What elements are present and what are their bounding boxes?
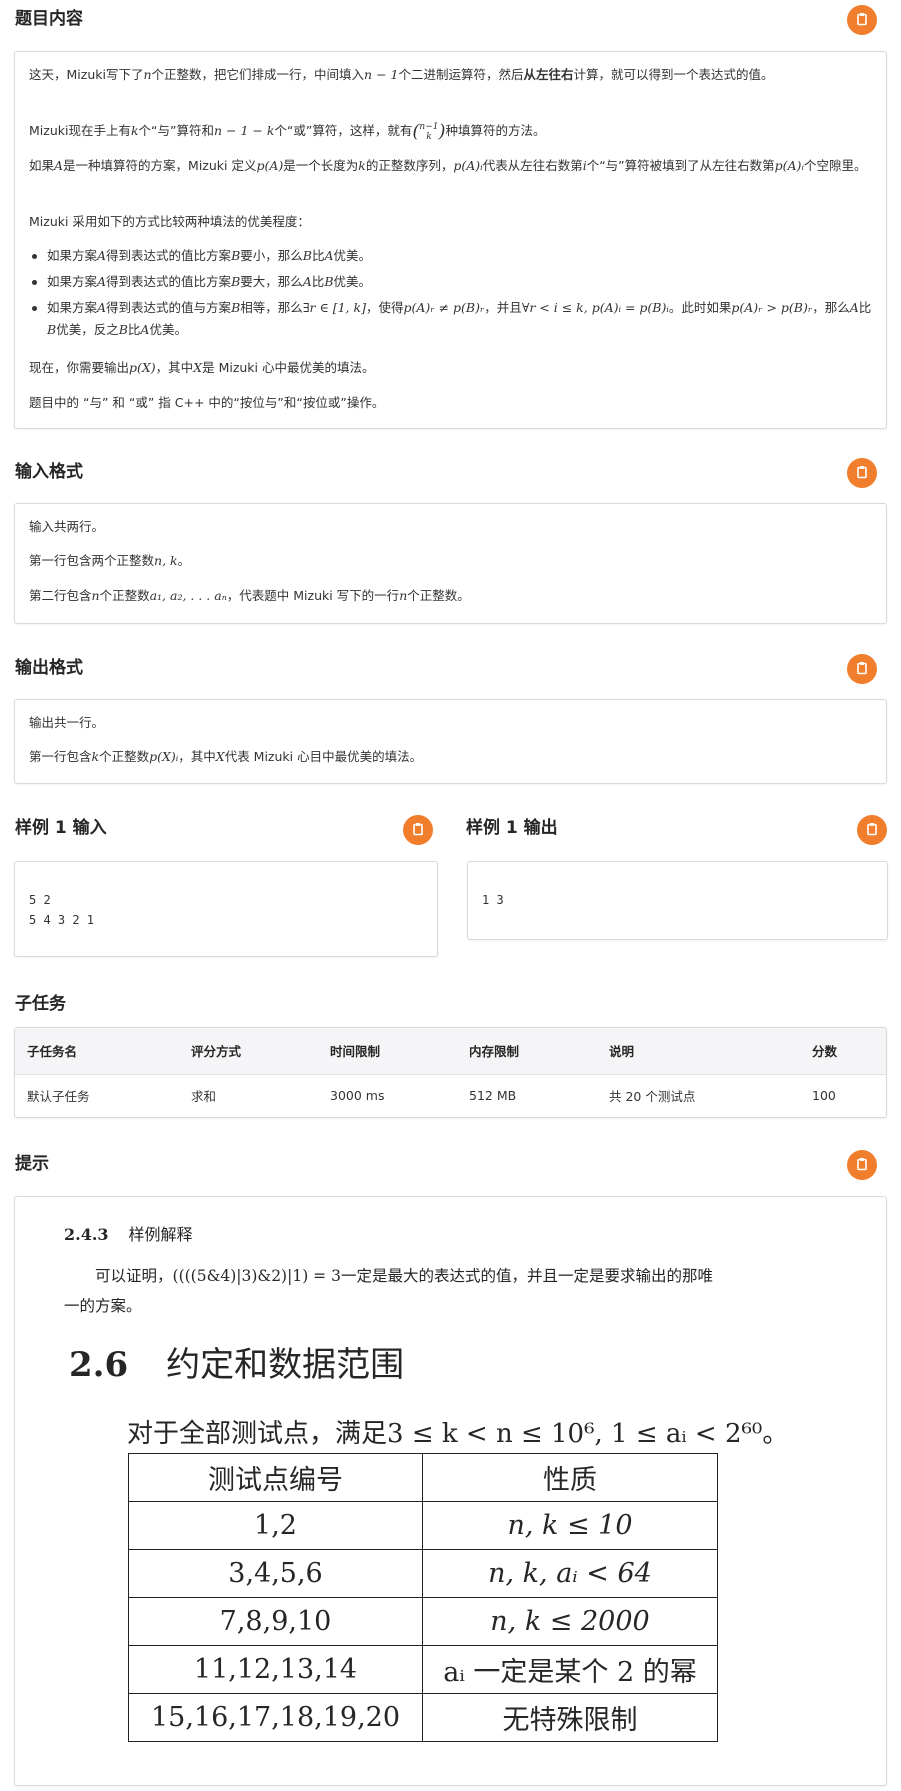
content-paragraph-4: Mizuki 采用如下的方式比较两种填法的优美程度： [29,214,310,229]
output-card: 输出共一行。 第一行包含k个正整数p(X)ᵢ，其中X代表 Mizuki 心目中最… [14,699,887,784]
hint-table-cell-property: n, k, aᵢ < 64 [422,1549,718,1598]
table-row: 1,2 n, k ≤ 10 [128,1501,718,1550]
hint-table-cell-id: 15,16,17,18,19,20 [128,1693,423,1742]
hint-table-header-id: 测试点编号 [128,1453,423,1502]
subtask-header-row: 子任务名 评分方式 时间限制 内存限制 说明 分数 [15,1028,886,1075]
section-title-output: 输出格式 [15,658,83,678]
subtask-header-memory: 内存限制 [457,1028,597,1075]
table-row: 默认子任务 求和 3000 ms 512 MB 共 20 个测试点 100 [15,1074,886,1117]
hint-table-cell-id: 11,12,13,14 [128,1645,423,1694]
clipboard-icon [855,11,869,30]
subtask-cell-name: 默认子任务 [27,1089,90,1105]
content-paragraph-3: 如果A是一种填算符的方案，Mizuki 定义p(A)是一个长度为k的正整数序列，… [29,158,867,173]
hint-table-cell-property: n, k ≤ 2000 [422,1597,718,1646]
sample-input-card: 5 2 5 4 3 2 1 [14,861,438,957]
subtask-cell-time: 3000 ms [330,1088,385,1104]
subtask-table: 子任务名 评分方式 时间限制 内存限制 说明 分数 默认子任务 求和 3000 … [15,1028,886,1117]
sample-input-line-1: 5 2 [29,893,51,907]
hint-subsection-heading: 2.4.3 样例解释 [64,1225,193,1244]
copy-hint-button[interactable] [847,1150,877,1180]
content-paragraph-2: Mizuki现在手上有k个“与”算符和n − 1 − k个“或”算符，这样，就有… [29,120,546,142]
clipboard-icon [855,464,869,483]
hint-explanation: 可以证明，((((5&4)|3)&2)|1) = 3一定是最大的表达式的值，并且… [64,1267,713,1315]
content-paragraph-6: 题目中的 “与” 和 “或” 指 C++ 中的“按位与”和“按位或”操作。 [29,395,385,410]
section-title-sample-output: 样例 1 输出 [466,818,558,838]
sample-output-card: 1 3 [467,861,888,940]
output-line-1: 输出共一行。 [29,715,105,730]
subtask-header-score: 分数 [800,1028,886,1075]
content-bullet-2: 如果方案A得到表达式的值比方案B要大，那么A比B优美。 [29,271,872,293]
subtask-header-desc: 说明 [597,1028,800,1075]
hint-table-cell-id: 3,4,5,6 [128,1549,423,1598]
copy-output-button[interactable] [847,654,877,684]
input-card: 输入共两行。 第一行包含两个正整数n, k。 第二行包含n个正整数a₁, a₂,… [14,503,887,624]
copy-content-button[interactable] [847,5,877,35]
table-row: 3,4,5,6 n, k, aᵢ < 64 [128,1549,718,1598]
subtask-cell-memory: 512 MB [469,1088,517,1104]
subtask-header-scoring: 评分方式 [179,1028,318,1075]
table-row: 11,12,13,14 aᵢ 一定是某个 2 的幂 [128,1645,718,1694]
input-line-2: 第一行包含两个正整数n, k。 [29,553,191,568]
subtask-cell-desc: 共 20 个测试点 [609,1089,696,1105]
clipboard-icon [855,660,869,679]
subtask-header-time: 时间限制 [318,1028,457,1075]
content-card: 这天，Mizuki写下了n个正整数，把它们排成一行，中间填入n − 1个二进制运… [14,51,887,429]
hint-data-table: 测试点编号 性质 1,2 n, k ≤ 10 3,4,5,6 n, k, aᵢ … [128,1453,718,1742]
section-title-input: 输入格式 [15,462,83,482]
section-title-content: 题目内容 [15,9,83,29]
hint-table-cell-id: 7,8,9,10 [128,1597,423,1646]
subtask-cell-scoring: 求和 [191,1089,217,1105]
subtask-cell-score: 100 [812,1088,836,1104]
output-line-2: 第一行包含k个正整数p(X)ᵢ，其中X代表 Mizuki 心目中最优美的填法。 [29,749,423,764]
section-title-hint: 提示 [15,1154,49,1174]
sample-output-line-1: 1 3 [482,893,504,907]
subtask-header-name: 子任务名 [15,1028,179,1075]
content-bullet-1: 如果方案A得到表达式的值比方案B要小，那么B比A优美。 [29,245,872,267]
hint-table-header-property: 性质 [422,1453,718,1502]
table-row: 15,16,17,18,19,20 无特殊限制 [128,1693,718,1742]
hint-card: 2.4.3 样例解释 可以证明，((((5&4)|3)&2)|1) = 3一定是最… [14,1196,887,1786]
hint-constraints: 对于全部测试点，满足3 ≤ k < n ≤ 10⁶, 1 ≤ aᵢ < 2⁶⁰。 [127,1419,789,1449]
table-row: 7,8,9,10 n, k ≤ 2000 [128,1597,718,1646]
clipboard-icon [865,821,879,840]
input-line-3: 第二行包含n个正整数a₁, a₂, . . . aₙ，代表题中 Mizuki 写… [29,588,470,603]
copy-input-button[interactable] [847,458,877,488]
sample-input-line-2: 5 4 3 2 1 [29,913,95,927]
input-line-1: 输入共两行。 [29,519,105,534]
content-paragraph-5: 现在，你需要输出p(X)，其中X是 Mizuki 心中最优美的填法。 [29,360,375,375]
copy-sample-input-button[interactable] [403,815,433,845]
hint-table-cell-id: 1,2 [128,1501,423,1550]
section-title-subtasks: 子任务 [15,994,66,1014]
content-bullet-3: 如果方案A得到表达式的值与方案B相等，那么∃r ∈ [1, k]，使得p(A)ᵣ… [29,297,872,341]
copy-sample-output-button[interactable] [857,815,887,845]
hint-section-heading: 2.6 约定和数据范围 [69,1345,405,1385]
content-paragraph-1: 这天，Mizuki写下了n个正整数，把它们排成一行，中间填入n − 1个二进制运… [29,67,774,82]
section-title-sample-input: 样例 1 输入 [15,818,107,838]
hint-table-cell-property: n, k ≤ 10 [422,1501,718,1550]
hint-table-cell-property: 无特殊限制 [422,1693,718,1742]
subtask-card: 子任务名 评分方式 时间限制 内存限制 说明 分数 默认子任务 求和 3000 … [14,1027,887,1118]
hint-table-header-row: 测试点编号 性质 [128,1453,718,1502]
hint-table-cell-property: aᵢ 一定是某个 2 的幂 [422,1645,718,1694]
clipboard-icon [411,821,425,840]
clipboard-icon [855,1156,869,1175]
